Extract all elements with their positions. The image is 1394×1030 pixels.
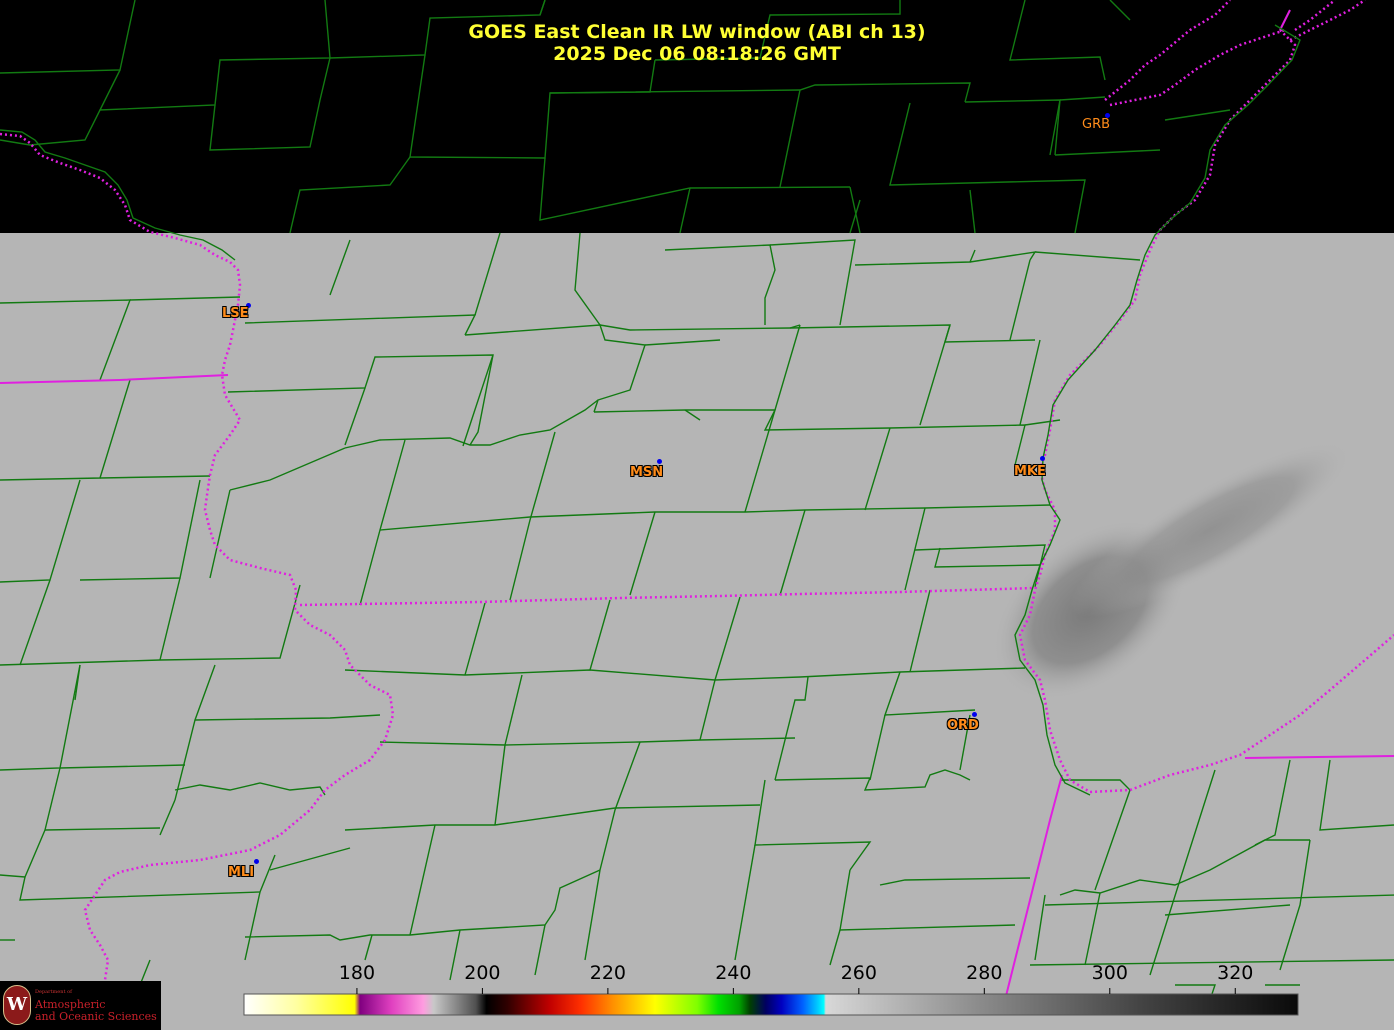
site-dot-ord: [972, 712, 977, 717]
site-dot-mke: [1040, 456, 1045, 461]
logo-line2-text: and Oceanic Sciences: [35, 1010, 157, 1023]
site-dot-msn: [657, 459, 662, 464]
colorbar-tick-label: 260: [840, 962, 877, 984]
colorbar-tick-label: 240: [715, 962, 752, 984]
satellite-map-view: GOES East Clean IR LW window (ABI ch 13)…: [0, 0, 1394, 1030]
map-timestamp: 2025 Dec 06 08:18:26 GMT: [553, 43, 841, 65]
map-canvas: [0, 0, 1394, 1030]
site-label-msn: MSN: [630, 465, 664, 480]
colorbar-tick-label: 200: [464, 962, 501, 984]
aos-logo: W Department of Atmospheric and Oceanic …: [0, 981, 161, 1030]
site-label-mke: MKE: [1014, 464, 1046, 479]
colorbar-tick-label: 300: [1091, 962, 1128, 984]
site-label-grb: GRB: [1082, 117, 1111, 132]
colorbar-tick-label: 280: [966, 962, 1003, 984]
colorbar-tick-label: 220: [589, 962, 627, 984]
map-title: GOES East Clean IR LW window (ABI ch 13): [468, 21, 926, 43]
site-dot-mli: [254, 859, 259, 864]
colorbar-tick-label: 320: [1217, 962, 1254, 984]
ir-field: [0, 233, 1394, 1030]
logo-dept-text: Department of: [35, 989, 72, 995]
site-label-mli: MLI: [228, 865, 255, 880]
site-label-ord: ORD: [947, 718, 979, 733]
site-label-lse: LSE: [222, 306, 249, 321]
colorbar-tick-label: 180: [338, 962, 376, 984]
colorbar: [243, 993, 1299, 1016]
uw-seal-icon: W: [3, 985, 31, 1025]
